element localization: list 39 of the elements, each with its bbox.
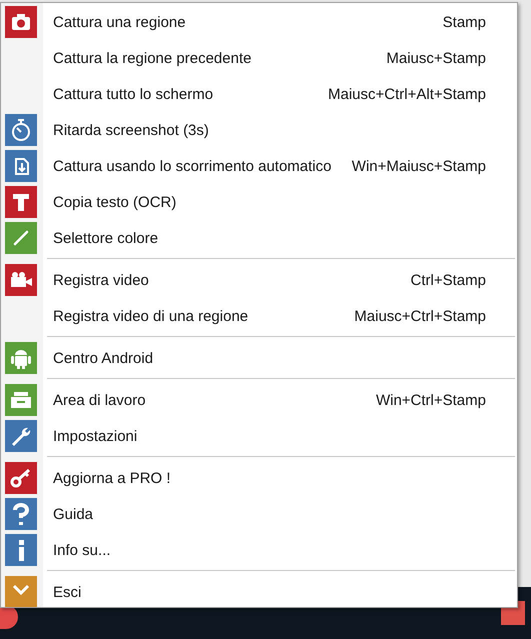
menu-item[interactable]: Cattura usando lo scorrimento automatico Win+Maiusc+Stamp xyxy=(1,148,517,184)
menu-item[interactable]: Impostazioni xyxy=(1,418,517,454)
shortcut-text: Win+Ctrl+Stamp xyxy=(376,392,486,408)
shortcut-text: Maiusc+Stamp xyxy=(386,50,486,66)
menu-item[interactable]: Ritarda screenshot (3s) xyxy=(1,112,517,148)
shortcut-text: Win+Maiusc+Stamp xyxy=(352,158,486,174)
item-label: Registra video xyxy=(53,272,150,288)
item-label: Aggiorna a PRO ! xyxy=(53,470,172,486)
item-label: Guida xyxy=(53,506,94,522)
item-label: Impostazioni xyxy=(53,428,138,444)
shortcut-text: Ctrl+Stamp xyxy=(410,272,486,288)
item-label: Cattura usando lo scorrimento automatico xyxy=(53,158,332,174)
item-label: Centro Android xyxy=(53,350,154,366)
menu-item[interactable]: Guida xyxy=(1,496,517,532)
menu-item[interactable]: Info su... xyxy=(1,532,517,568)
item-label: Esci xyxy=(53,584,82,600)
item-label: Copia testo (OCR) xyxy=(53,194,178,210)
item-label: Cattura la regione precedente xyxy=(53,50,252,66)
menu-item[interactable]: Esci xyxy=(1,574,517,607)
menu-item[interactable]: Cattura la regione precedente Maiusc+Stamp xyxy=(1,40,517,76)
menu-item[interactable]: Centro Android xyxy=(1,340,517,376)
shortcut-text: Maiusc+Ctrl+Stamp xyxy=(354,308,486,324)
item-label: Cattura tutto lo schermo xyxy=(53,86,214,102)
item-label: Area di lavoro xyxy=(53,392,147,408)
menu-item[interactable]: Cattura tutto lo schermo Maiusc+Ctrl+Alt+Stamp xyxy=(1,76,517,112)
menu-item[interactable]: Aggiorna a PRO ! xyxy=(1,460,517,496)
menu-item[interactable]: Registra video Ctrl+Stamp xyxy=(1,262,517,298)
menu-item[interactable]: Area di lavoro Win+Ctrl+Stamp xyxy=(1,382,517,418)
menu-item[interactable]: Cattura una regione Stamp xyxy=(1,4,517,40)
menu-item[interactable]: Registra video di una regione Maiusc+Ctrl+Stamp xyxy=(1,298,517,334)
shortcut-text: Maiusc+Ctrl+Alt+Stamp xyxy=(328,86,486,102)
shortcut-text: Stamp xyxy=(442,14,486,30)
item-label: Registra video di una regione xyxy=(53,308,250,324)
item-label: Ritarda screenshot (3s) xyxy=(53,122,210,138)
item-label: Cattura una regione xyxy=(53,14,187,30)
item-label: Selettore colore xyxy=(53,230,160,246)
item-label: Info su... xyxy=(53,542,112,558)
menu-item[interactable]: Copia testo (OCR) xyxy=(1,184,517,220)
menu-item[interactable]: Selettore colore xyxy=(1,220,517,256)
